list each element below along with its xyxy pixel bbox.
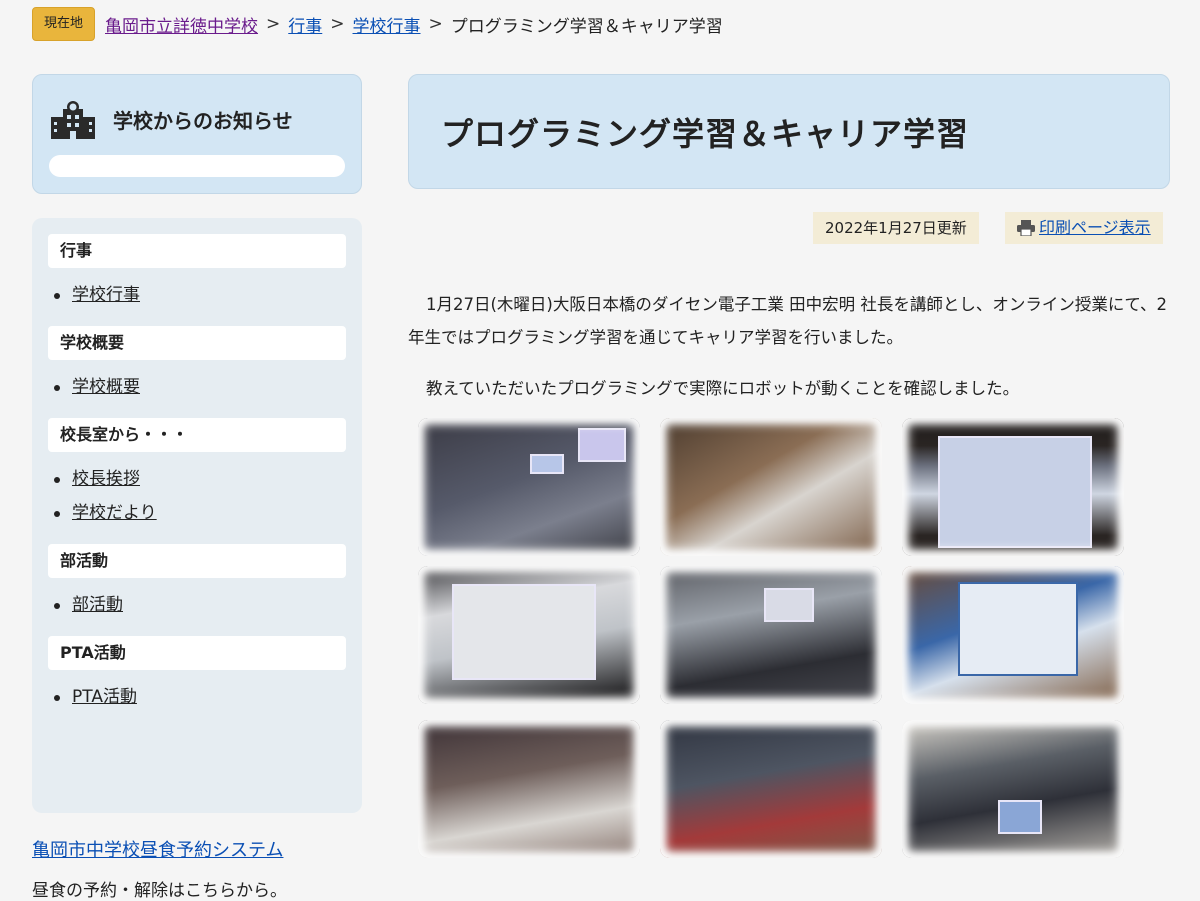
menu-heading: 学校概要 (48, 326, 346, 360)
menu-section-principal: 校長室から・・・ 校長挨拶 学校だより (48, 418, 346, 544)
photo-classroom-lecture[interactable] (660, 566, 882, 704)
sidebar-item-overview[interactable]: 学校概要 (72, 377, 140, 397)
list-item: 部活動 (48, 588, 346, 622)
menu-section-overview: 学校概要 学校概要 (48, 326, 346, 418)
sidebar-item-school-events[interactable]: 学校行事 (72, 285, 140, 305)
breadcrumb-badge: 現在地 (32, 7, 96, 41)
photo-classroom-online[interactable] (418, 418, 640, 556)
printer-icon (1017, 220, 1035, 236)
lunch-note: 昼食の予約・解除はこちらから。 (32, 881, 287, 901)
list-item: PTA活動 (48, 680, 346, 714)
photo-tablet-programming[interactable] (902, 418, 1124, 556)
school-building-icon (51, 101, 95, 139)
sidebar-item-greeting[interactable]: 校長挨拶 (72, 469, 140, 489)
list-item: 学校行事 (48, 278, 346, 312)
breadcrumb-separator: > (266, 14, 281, 34)
breadcrumb-separator: > (330, 14, 345, 34)
photo-robots-desk[interactable] (418, 720, 640, 858)
article-paragraph: 教えていただいたプログラミングで実際にロボットが動くことを確認しました。 (426, 379, 1020, 398)
page-title-panel: プログラミング学習＆キャリア学習 (408, 74, 1170, 189)
photo-projector-screen[interactable] (418, 566, 640, 704)
list-item: 学校概要 (48, 370, 346, 404)
menu-section-clubs: 部活動 部活動 (48, 544, 346, 636)
page-title: プログラミング学習＆キャリア学習 (441, 115, 970, 153)
print-page-link[interactable]: 印刷ページ表示 (1039, 212, 1151, 244)
lunch-reservation-link[interactable]: 亀岡市中学校昼食予約システム (32, 836, 283, 862)
breadcrumb: 現在地 亀岡市立詳徳中学校 > 行事 > 学校行事 > プログラミング学習＆キャ… (32, 6, 723, 42)
menu-section-events: 行事 学校行事 (48, 234, 346, 326)
school-notice-panel: 学校からのお知らせ (32, 74, 362, 194)
breadcrumb-separator: > (428, 14, 443, 34)
sidebar-item-newsletter[interactable]: 学校だより (72, 503, 157, 523)
list-item: 校長挨拶 (48, 462, 346, 496)
photo-tablet-app[interactable] (902, 566, 1124, 704)
menu-heading: PTA活動 (48, 636, 346, 670)
breadcrumb-home-link[interactable]: 亀岡市立詳徳中学校 (105, 12, 258, 37)
photo-gallery (418, 418, 1138, 858)
sidebar-menu: 行事 学校行事 学校概要 学校概要 校長室から・・・ 校長挨拶 学校だより 部活… (32, 218, 362, 813)
menu-section-pta: PTA活動 PTA活動 (48, 636, 346, 728)
update-date: 2022年1月27日更新 (813, 212, 979, 244)
photo-robot-kits[interactable] (660, 418, 882, 556)
sidebar-item-clubs[interactable]: 部活動 (72, 595, 123, 615)
breadcrumb-school-events-link[interactable]: 学校行事 (353, 12, 421, 37)
notice-title: 学校からのお知らせ (113, 109, 293, 133)
breadcrumb-current: プログラミング学習＆キャリア学習 (450, 16, 723, 37)
photo-students-desks[interactable] (660, 720, 882, 858)
list-item: 学校だより (48, 496, 346, 530)
article-paragraph: 1月27日(木曜日)大阪日本橋のダイセン電子工業 田中宏明 社長を講師とし、オン… (408, 295, 1168, 347)
sidebar-item-pta[interactable]: PTA活動 (72, 687, 137, 707)
print-page-container: 印刷ページ表示 (1005, 212, 1163, 244)
menu-heading: 部活動 (48, 544, 346, 578)
photo-student-tablet[interactable] (902, 720, 1124, 858)
breadcrumb-events-link[interactable]: 行事 (288, 12, 322, 37)
menu-heading: 行事 (48, 234, 346, 268)
menu-heading: 校長室から・・・ (48, 418, 346, 452)
notice-bar (49, 155, 345, 177)
